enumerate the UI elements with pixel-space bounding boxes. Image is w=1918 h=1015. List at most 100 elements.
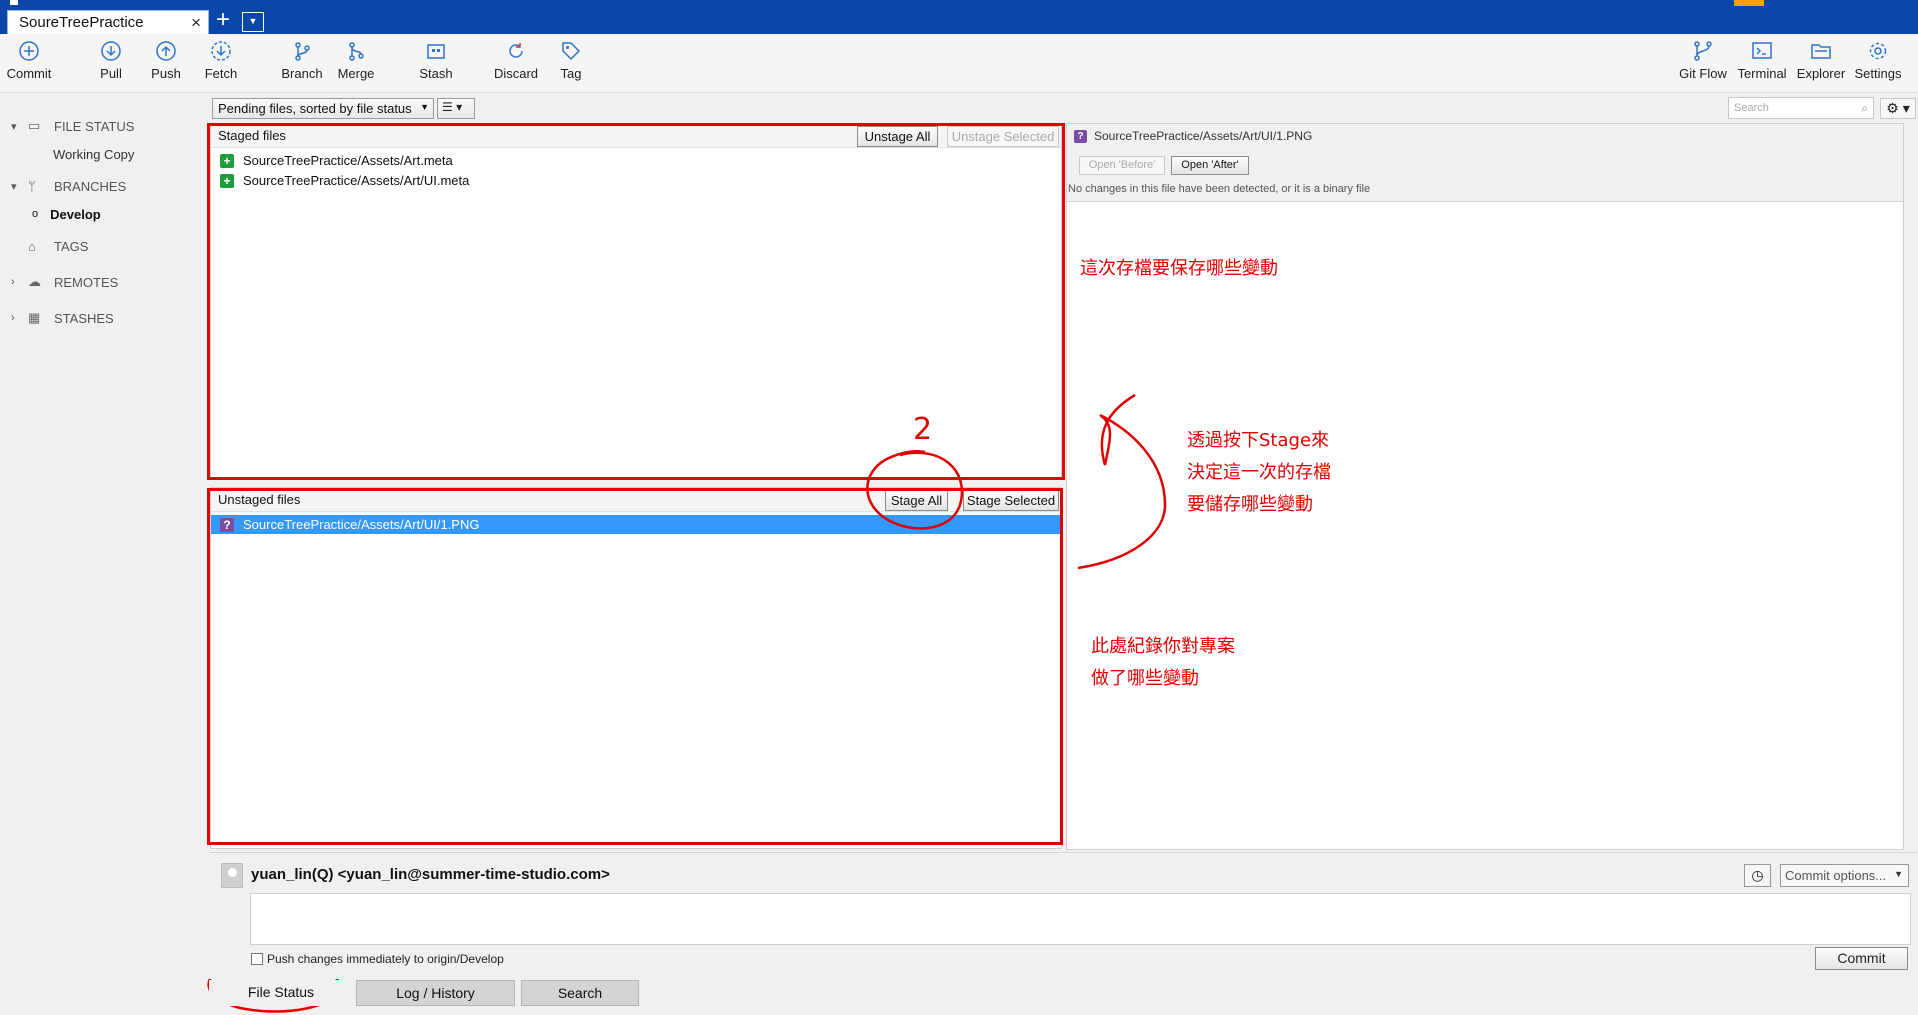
repo-tab[interactable]: SoureTreePractice ×	[7, 10, 209, 34]
current-branch-icon: o	[32, 208, 39, 220]
commit-history-button[interactable]: ◷	[1744, 864, 1771, 887]
tab-file-status[interactable]: File Status	[209, 980, 353, 1006]
branch-icon	[295, 42, 310, 61]
repo-tab-label: SoureTreePractice	[19, 14, 144, 31]
new-tab-icon[interactable]: +	[213, 8, 233, 33]
tab-search[interactable]: Search	[521, 980, 639, 1006]
discard-button[interactable]: Discard	[492, 40, 540, 90]
settings-icon	[1869, 42, 1887, 60]
pull-button[interactable]: Pull	[95, 40, 127, 90]
explorer-label: Explorer	[1796, 66, 1846, 81]
git-flow-icon	[1694, 41, 1712, 61]
file-unknown-icon: ?	[1074, 129, 1087, 143]
push-label: Push	[151, 66, 181, 81]
git-flow-button[interactable]: Git Flow	[1678, 40, 1728, 90]
tab-menu-icon[interactable]: ▼	[242, 12, 264, 32]
stash-label: Stash	[419, 66, 453, 81]
unstaged-file-row[interactable]: ? SourceTreePractice/Assets/Art/UI/1.PNG	[211, 515, 1061, 534]
avatar	[221, 863, 243, 888]
tag-button[interactable]: Tag	[558, 40, 584, 90]
fetch-icon	[211, 41, 231, 61]
annotation-unstaged-note-2: 做了哪些變動	[1091, 668, 1199, 689]
branch-icon: ᛘ	[28, 178, 36, 194]
open-before-button[interactable]: Open 'Before'	[1079, 156, 1165, 175]
sidebar-section-label: TAGS	[54, 238, 89, 254]
explorer-icon	[1811, 44, 1831, 59]
tag-label: Tag	[560, 66, 582, 81]
close-icon[interactable]: ×	[191, 13, 201, 33]
filter-row: Pending files, sorted by file status ▼ ☰…	[0, 94, 1918, 121]
explorer-button[interactable]: Explorer	[1795, 40, 1847, 90]
clock-icon: ◷	[1751, 867, 1764, 883]
push-button[interactable]: Push	[148, 40, 184, 90]
unstage-selected-button[interactable]: Unstage Selected	[947, 126, 1059, 147]
sidebar: ▾ ▭ FILE STATUS Working Copy ▾ ᛘ BRANCHE…	[0, 110, 205, 1015]
sidebar-section-tags[interactable]: ⌂ TAGS	[0, 236, 88, 256]
fetch-button[interactable]: Fetch	[202, 40, 240, 90]
staged-file-row[interactable]: + SourceTreePractice/Assets/Art.meta	[211, 151, 1061, 170]
merge-button[interactable]: Merge	[336, 40, 376, 90]
diff-message: No changes in this file have been detect…	[1068, 183, 1371, 195]
discard-label: Discard	[493, 66, 539, 81]
sidebar-item-label: Working Copy	[53, 146, 135, 162]
terminal-label: Terminal	[1737, 66, 1787, 81]
open-after-button[interactable]: Open 'After'	[1171, 156, 1249, 175]
search-placeholder: Search	[1734, 102, 1769, 114]
options-gear-button[interactable]: ⚙ ▾	[1880, 98, 1916, 119]
commit-options-label: Commit options...	[1785, 868, 1887, 883]
branch-button[interactable]: Branch	[279, 40, 325, 90]
commit-button[interactable]: Commit	[1815, 947, 1908, 970]
toolbar: Commit Pull Push Fetch Branch Merge Stas…	[0, 34, 1918, 93]
list-icon: ☰ ▾	[442, 100, 463, 114]
file-path: SourceTreePractice/Assets/Art/UI.meta	[243, 173, 470, 188]
terminal-icon	[1752, 42, 1772, 59]
view-mode-dropdown[interactable]: ☰ ▾	[437, 98, 475, 119]
staged-files-title: Staged files	[218, 128, 286, 143]
sort-dropdown-label: Pending files, sorted by file status	[218, 101, 412, 116]
sidebar-item-label: Develop	[50, 206, 101, 222]
stash-button[interactable]: Stash	[417, 40, 455, 90]
stage-selected-button[interactable]: Stage Selected	[963, 490, 1059, 511]
commit-message-input[interactable]	[250, 893, 1911, 945]
unstaged-files-panel: Unstaged files Stage All Stage Selected …	[210, 487, 1062, 849]
diff-file-path: ? SourceTreePractice/Assets/Art/UI/1.PNG	[1074, 129, 1312, 143]
sidebar-item-working-copy[interactable]: Working Copy	[53, 144, 134, 164]
sidebar-item-develop[interactable]: o Develop	[32, 204, 101, 224]
sidebar-section-file-status[interactable]: ▾ ▭ FILE STATUS	[0, 116, 134, 136]
push-checkbox[interactable]	[251, 953, 263, 965]
settings-button[interactable]: Settings	[1852, 40, 1904, 90]
settings-label: Settings	[1854, 66, 1902, 81]
sidebar-section-branches[interactable]: ▾ ᛘ BRANCHES	[0, 176, 126, 196]
chevron-right-icon: ›	[11, 276, 15, 288]
title-bar-notch	[10, 0, 18, 5]
sidebar-section-label: REMOTES	[54, 274, 119, 290]
discard-icon	[509, 43, 523, 58]
author-label: yuan_lin(Q) <yuan_lin@summer-time-studio…	[251, 866, 610, 883]
chevron-right-icon: ›	[11, 312, 15, 324]
tag-icon: ⌂	[28, 238, 36, 254]
pull-icon	[101, 41, 121, 61]
staged-file-row[interactable]: + SourceTreePractice/Assets/Art/UI.meta	[211, 171, 1061, 190]
monitor-icon: ▭	[28, 118, 41, 133]
search-input[interactable]: Search ⌕	[1728, 97, 1874, 119]
tab-log-history[interactable]: Log / History	[356, 980, 515, 1006]
commit-options-dropdown[interactable]: Commit options... ▼	[1780, 864, 1909, 887]
annotation-stage-note-2: 決定這一次的存檔	[1187, 462, 1331, 483]
push-immediately-option[interactable]: Push changes immediately to origin/Devel…	[251, 952, 504, 966]
sort-dropdown[interactable]: Pending files, sorted by file status ▼	[212, 98, 434, 119]
sidebar-section-remotes[interactable]: › ☁ REMOTES	[0, 272, 118, 292]
stage-all-button[interactable]: Stage All	[885, 490, 948, 511]
sidebar-section-stashes[interactable]: › ▦ STASHES	[0, 308, 114, 328]
annotation-staged-note: 這次存檔要保存哪些變動	[1080, 258, 1278, 279]
staged-files-panel: Staged files Unstage All Unstage Selecte…	[210, 123, 1062, 480]
cloud-icon: ☁	[28, 274, 41, 289]
unstage-all-button[interactable]: Unstage All	[857, 126, 938, 147]
unstaged-files-title: Unstaged files	[218, 492, 301, 507]
branch-label: Branch	[281, 66, 323, 81]
fetch-label: Fetch	[204, 66, 238, 81]
terminal-button[interactable]: Terminal	[1734, 40, 1790, 90]
search-icon: ⌕	[1861, 101, 1868, 115]
commit-toolbar-button[interactable]: Commit	[4, 40, 54, 90]
title-bar	[0, 0, 1918, 34]
commit-icon	[19, 41, 39, 61]
